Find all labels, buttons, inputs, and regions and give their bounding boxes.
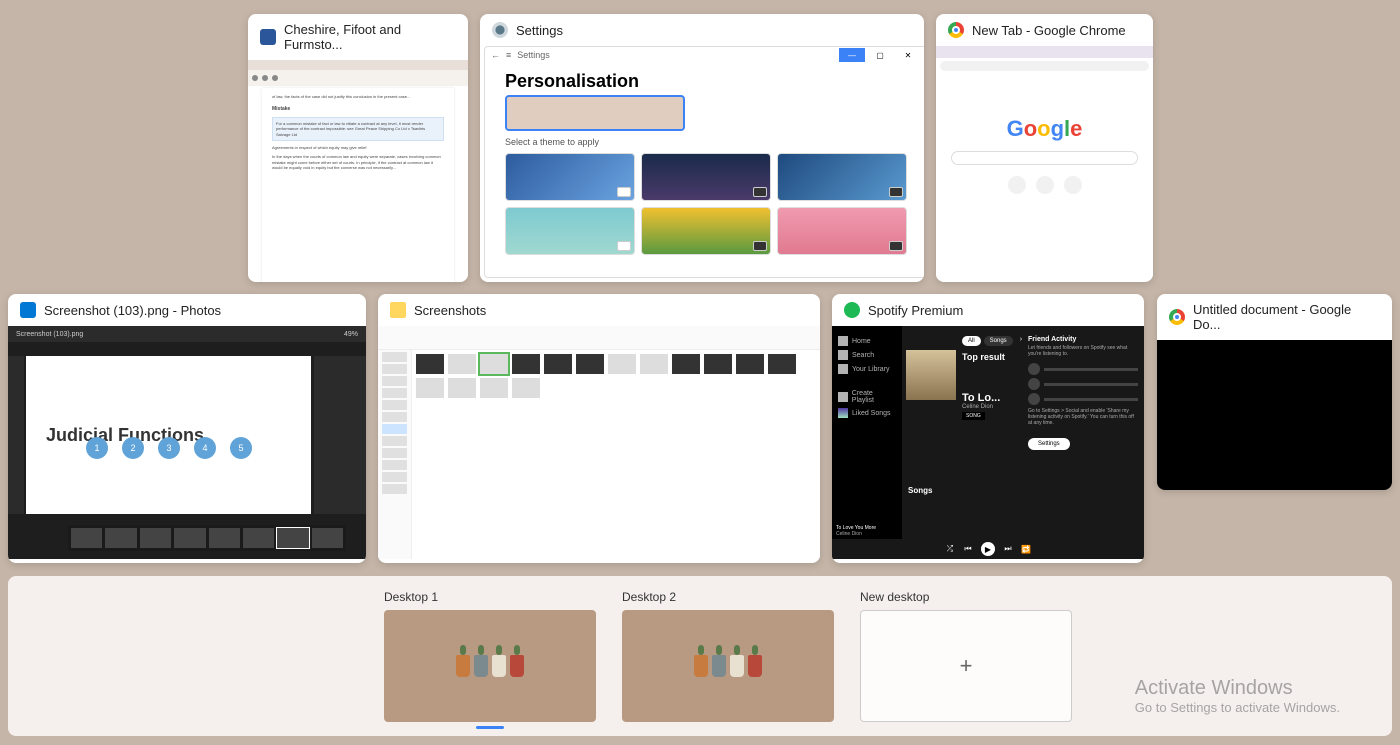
chrome-thumbnail: Google (936, 46, 1153, 278)
taskview-window-chrome[interactable]: New Tab - Google Chrome Google (936, 14, 1153, 282)
word-icon (260, 29, 276, 45)
next-icon: ⏭ (1003, 544, 1013, 554)
chrome-icon (948, 22, 964, 38)
settings-button: Settings (1028, 438, 1070, 450)
photos-thumbnail: Screenshot (103).png 49% Judicial Functi… (8, 326, 366, 559)
maximize-icon: ▢ (867, 48, 893, 62)
taskview-window-photos[interactable]: Screenshot (103).png - Photos Screenshot… (8, 294, 366, 563)
back-icon: ← (491, 50, 500, 60)
explorer-thumbnail (378, 326, 820, 559)
window-title: Screenshots (414, 303, 486, 318)
taskview-window-settings[interactable]: Settings ← ≡ Settings — ▢ ✕ Personalisat… (480, 14, 924, 282)
google-logo: Google (1007, 116, 1083, 142)
new-desktop-button[interactable]: + (860, 610, 1072, 722)
play-icon: ▶ (981, 542, 995, 556)
taskview-window-word[interactable]: Cheshire, Fifoot and Furmsto... of law, … (248, 14, 468, 282)
window-title: Untitled document - Google Do... (1193, 302, 1380, 332)
spotify-icon (844, 302, 860, 318)
shuffle-icon: ⤮ (945, 544, 955, 554)
close-icon: ✕ (895, 48, 921, 62)
spotify-thumbnail: Home Search Your Library Create Playlist… (832, 326, 1144, 559)
desktop-1[interactable]: Desktop 1 (384, 590, 596, 722)
desktop-2[interactable]: Desktop 2 (622, 590, 834, 722)
window-title: Spotify Premium (868, 303, 963, 318)
photos-icon (20, 302, 36, 318)
taskview-window-spotify[interactable]: Spotify Premium Home Search Your Library… (832, 294, 1144, 563)
menu-icon: ≡ (506, 50, 511, 60)
plus-icon: + (960, 653, 973, 679)
activate-windows-watermark: Activate Windows Go to Settings to activ… (1135, 677, 1340, 715)
window-title: Settings (516, 23, 563, 38)
minimize-icon: — (839, 48, 865, 62)
word-thumbnail: of law, the facts of the case did not ju… (248, 60, 468, 282)
settings-thumbnail: ← ≡ Settings — ▢ ✕ Personalisation Selec… (484, 46, 924, 278)
new-desktop[interactable]: New desktop + (860, 590, 1072, 722)
repeat-icon: 🔁 (1021, 544, 1031, 554)
window-title: Screenshot (103).png - Photos (44, 303, 221, 318)
search-input (951, 151, 1138, 165)
prev-icon: ⏮ (963, 544, 973, 554)
desktop-thumbnail[interactable] (384, 610, 596, 722)
desktop-thumbnail[interactable] (622, 610, 834, 722)
taskview-window-explorer[interactable]: Screenshots (378, 294, 820, 563)
folder-icon (390, 302, 406, 318)
settings-icon (492, 22, 508, 38)
window-title: New Tab - Google Chrome (972, 23, 1126, 38)
docs-thumbnail (1157, 340, 1392, 490)
window-title: Cheshire, Fifoot and Furmsto... (284, 22, 456, 52)
taskview-window-docs[interactable]: Untitled document - Google Do... (1157, 294, 1392, 490)
personalisation-heading: Personalisation (505, 71, 639, 92)
chrome-icon (1169, 309, 1185, 325)
